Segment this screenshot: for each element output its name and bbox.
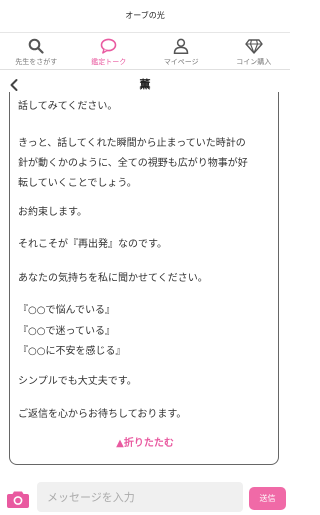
message-input[interactable] (37, 482, 243, 512)
diamond-icon (245, 37, 263, 55)
message-composer: 送信 (0, 473, 290, 515)
tab-fortune-talk[interactable]: 鑑定トーク (73, 33, 146, 69)
message-line: 『○○で迷っている』 (18, 326, 115, 337)
message-line: 針が動くかのように、全ての視野も広がり物事が好 (18, 158, 248, 169)
send-button[interactable]: 送信 (249, 487, 286, 510)
message-line: きっと、話してくれた瞬間から止まっていた時計の (18, 138, 246, 149)
tab-label: 先生をさがす (15, 58, 58, 66)
collapse-button[interactable]: ▲折りたたむ (10, 434, 278, 454)
message-line: それこそが『再出発』なのです。 (18, 239, 167, 250)
tab-my-page[interactable]: マイページ (145, 33, 218, 69)
tab-label: 鑑定トーク (91, 58, 127, 66)
app-title: オーブの光 (0, 0, 290, 33)
chat-bubble-icon (100, 37, 118, 55)
tab-label: コイン購入 (236, 58, 272, 66)
message-line: シンプルでも大丈夫です。 (18, 376, 137, 387)
tab-buy-coins[interactable]: コイン購入 (218, 33, 291, 69)
message-line: あなたの気持ちを私に聞かせてください。 (18, 273, 208, 284)
message-line: 話してみてください。 (18, 101, 118, 112)
tab-label: マイページ (163, 58, 199, 66)
message-line: お約束します。 (18, 207, 87, 218)
message-line: ご返信を心からお待ちしております。 (18, 409, 187, 420)
search-icon (27, 37, 45, 55)
message-line: 『○○で悩んでいる』 (18, 305, 115, 316)
camera-icon[interactable] (6, 489, 30, 509)
message-card: 話してみてください。 きっと、話してくれた瞬間から止まっていた時計の 針が動くか… (9, 92, 279, 465)
tab-bar: 先生をさがす 鑑定トーク マイページ コイン購入 (0, 33, 290, 70)
user-icon (172, 37, 190, 55)
tab-search-teacher[interactable]: 先生をさがす (0, 33, 73, 69)
message-line: 『○○に不安を感じる』 (18, 346, 126, 357)
message-line: 転していくことでしょう。 (18, 178, 137, 189)
